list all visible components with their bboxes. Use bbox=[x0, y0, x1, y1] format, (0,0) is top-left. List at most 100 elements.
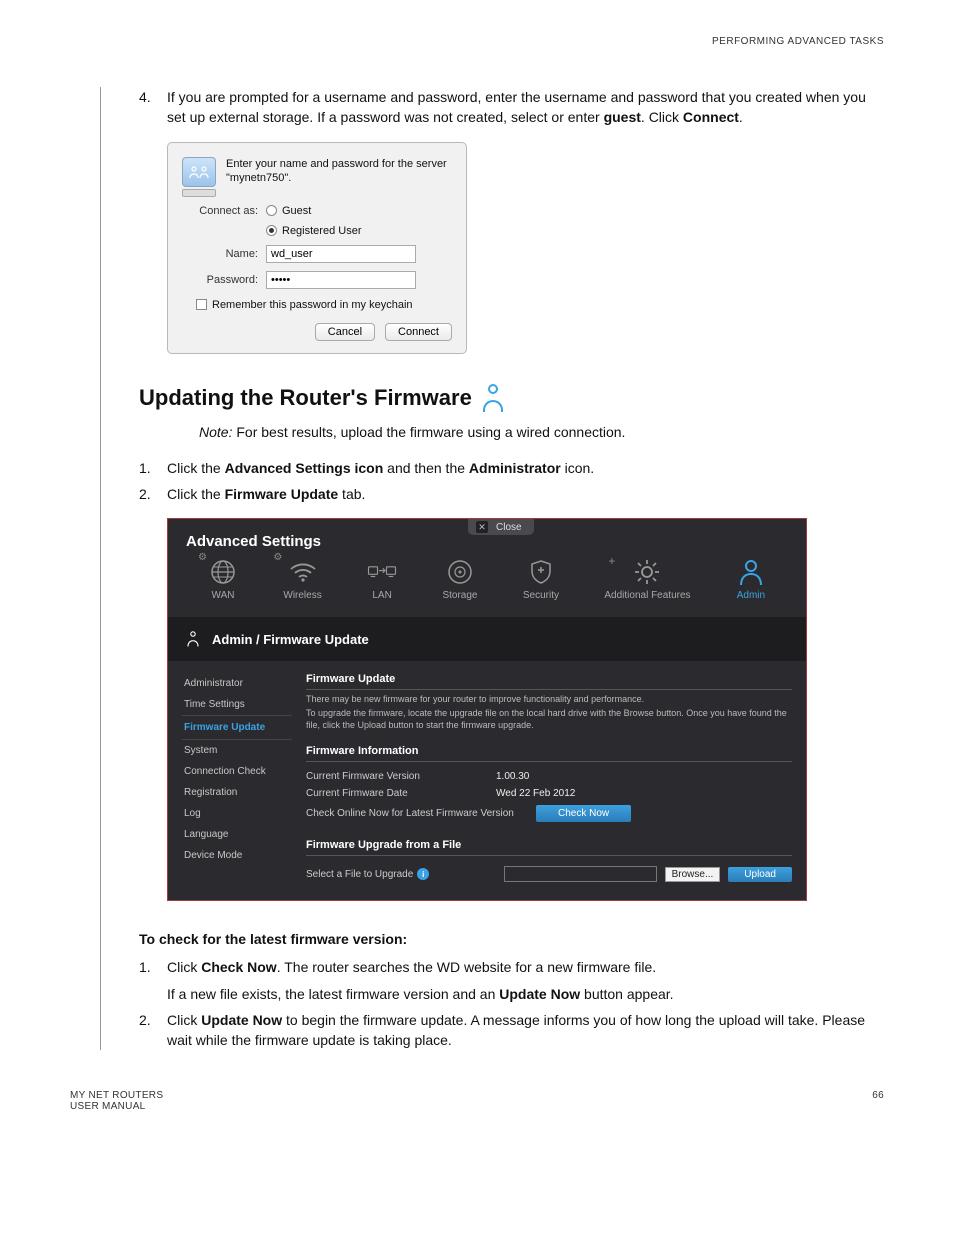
connect-as-label: Connect as: bbox=[182, 205, 266, 217]
note-label: Note: bbox=[199, 424, 232, 440]
browse-button[interactable]: Browse... bbox=[665, 867, 721, 882]
sidebar-device-mode[interactable]: Device Mode bbox=[182, 845, 292, 866]
content-panel: Firmware Update There may be new firmwar… bbox=[306, 673, 792, 882]
admin-icon bbox=[482, 384, 504, 412]
nav-wan[interactable]: ⚙ WAN bbox=[208, 560, 238, 601]
text-bold: Update Now bbox=[201, 1012, 282, 1028]
remember-checkbox[interactable]: Remember this password in my keychain bbox=[196, 299, 413, 311]
router-header: ✕ Close Advanced Settings ⚙ WAN ⚙ Wirele… bbox=[168, 519, 806, 617]
label-text: Select a File to Upgrade bbox=[306, 869, 413, 880]
nav-additional[interactable]: + Additional Features bbox=[604, 560, 690, 601]
close-tab[interactable]: ✕ Close bbox=[468, 519, 534, 535]
cancel-button[interactable]: Cancel bbox=[315, 323, 375, 341]
close-label: Close bbox=[496, 522, 522, 533]
text: . bbox=[739, 109, 743, 125]
step-2: 2. Click the Firmware Update tab. bbox=[139, 484, 884, 504]
sidebar-time-settings[interactable]: Time Settings bbox=[182, 694, 292, 715]
step-text: Click the Advanced Settings icon and the… bbox=[167, 458, 884, 478]
firmware-info-heading: Firmware Information bbox=[306, 745, 792, 762]
row-version: Current Firmware Version 1.00.30 bbox=[306, 768, 792, 785]
text: and then the bbox=[383, 460, 469, 476]
sidebar-administrator[interactable]: Administrator bbox=[182, 673, 292, 694]
firmware-update-heading: Firmware Update bbox=[306, 673, 792, 690]
router-screenshot: ✕ Close Advanced Settings ⚙ WAN ⚙ Wirele… bbox=[167, 518, 807, 901]
text: . Click bbox=[641, 109, 683, 125]
text-bold: Connect bbox=[683, 109, 739, 125]
checkbox-icon bbox=[196, 299, 207, 310]
radio-label: Registered User bbox=[282, 225, 361, 237]
nav-row: ⚙ WAN ⚙ Wireless LAN Storage bbox=[186, 550, 788, 611]
step-number: 2. bbox=[139, 484, 167, 504]
text-bold: Administrator bbox=[469, 460, 561, 476]
nav-label: LAN bbox=[372, 590, 391, 601]
check-step-2: 2. Click Update Now to begin the firmwar… bbox=[139, 1010, 884, 1051]
nav-lan[interactable]: LAN bbox=[367, 560, 397, 601]
nav-storage[interactable]: Storage bbox=[442, 560, 477, 601]
nav-label: WAN bbox=[212, 590, 235, 601]
sidebar-registration[interactable]: Registration bbox=[182, 782, 292, 803]
label: Check Online Now for Latest Firmware Ver… bbox=[306, 808, 526, 819]
section-heading: Updating the Router's Firmware bbox=[139, 384, 884, 412]
checkbox-label: Remember this password in my keychain bbox=[212, 299, 413, 311]
nav-security[interactable]: Security bbox=[523, 560, 559, 601]
lan-icon bbox=[367, 560, 397, 584]
nav-label: Storage bbox=[442, 590, 477, 601]
value: 1.00.30 bbox=[496, 771, 529, 782]
note-text: For best results, upload the firmware us… bbox=[232, 424, 625, 440]
text-bold: guest bbox=[604, 109, 641, 125]
step-text: Click Update Now to begin the firmware u… bbox=[167, 1010, 884, 1051]
sidebar: Administrator Time Settings Firmware Upd… bbox=[182, 673, 292, 882]
nav-admin[interactable]: Admin bbox=[736, 560, 766, 601]
page-number: 66 bbox=[872, 1090, 884, 1112]
name-input[interactable] bbox=[266, 245, 416, 263]
footer-left: MY NET ROUTERS USER MANUAL bbox=[70, 1090, 163, 1112]
dialog-prompt: Enter your name and password for the ser… bbox=[226, 157, 452, 186]
step-1: 1. Click the Advanced Settings icon and … bbox=[139, 458, 884, 478]
nav-wireless[interactable]: ⚙ Wireless bbox=[283, 560, 321, 601]
sidebar-firmware-update[interactable]: Firmware Update bbox=[182, 715, 292, 740]
sidebar-connection-check[interactable]: Connection Check bbox=[182, 761, 292, 782]
registered-radio[interactable]: Registered User bbox=[266, 225, 361, 237]
text: Click the bbox=[167, 460, 225, 476]
text: If you are prompted for a username and p… bbox=[167, 89, 866, 125]
close-icon: ✕ bbox=[476, 521, 488, 533]
text: Click the bbox=[167, 486, 225, 502]
help-text: There may be new firmware for your route… bbox=[306, 694, 792, 706]
text: If a new file exists, the latest firmwar… bbox=[167, 986, 499, 1002]
gear-icon: ⚙ bbox=[273, 552, 283, 562]
footer-line: USER MANUAL bbox=[70, 1101, 163, 1112]
connect-button[interactable]: Connect bbox=[385, 323, 452, 341]
server-icon bbox=[182, 157, 216, 187]
guest-radio[interactable]: Guest bbox=[266, 205, 311, 217]
auth-dialog: Enter your name and password for the ser… bbox=[167, 142, 467, 354]
label: Current Firmware Version bbox=[306, 771, 496, 782]
info-icon[interactable]: i bbox=[417, 868, 429, 880]
running-header: PERFORMING ADVANCED TASKS bbox=[70, 36, 884, 47]
step-number: 4. bbox=[139, 87, 167, 128]
step-text: Click Check Now. The router searches the… bbox=[167, 957, 884, 1004]
step-text: If you are prompted for a username and p… bbox=[167, 87, 884, 128]
sidebar-language[interactable]: Language bbox=[182, 824, 292, 845]
storage-icon bbox=[445, 560, 475, 584]
label: Current Firmware Date bbox=[306, 788, 496, 799]
upload-button[interactable]: Upload bbox=[728, 867, 792, 882]
help-text: To upgrade the firmware, locate the upgr… bbox=[306, 708, 792, 731]
text: icon. bbox=[561, 460, 594, 476]
nav-label: Wireless bbox=[283, 590, 321, 601]
text-bold: Check Now bbox=[201, 959, 276, 975]
step-number: 2. bbox=[139, 1010, 167, 1051]
radio-icon bbox=[266, 225, 277, 236]
sidebar-system[interactable]: System bbox=[182, 740, 292, 761]
check-now-button[interactable]: Check Now bbox=[536, 805, 631, 822]
router-title: Advanced Settings bbox=[186, 533, 788, 550]
nav-label: Admin bbox=[737, 590, 765, 601]
file-path-field[interactable] bbox=[504, 866, 657, 882]
sidebar-log[interactable]: Log bbox=[182, 803, 292, 824]
nav-label: Additional Features bbox=[604, 590, 690, 601]
note: Note: For best results, upload the firmw… bbox=[199, 424, 884, 440]
admin-icon bbox=[187, 631, 199, 646]
admin-icon bbox=[736, 560, 766, 584]
step-number: 1. bbox=[139, 957, 167, 1004]
password-input[interactable] bbox=[266, 271, 416, 289]
nav-label: Security bbox=[523, 590, 559, 601]
